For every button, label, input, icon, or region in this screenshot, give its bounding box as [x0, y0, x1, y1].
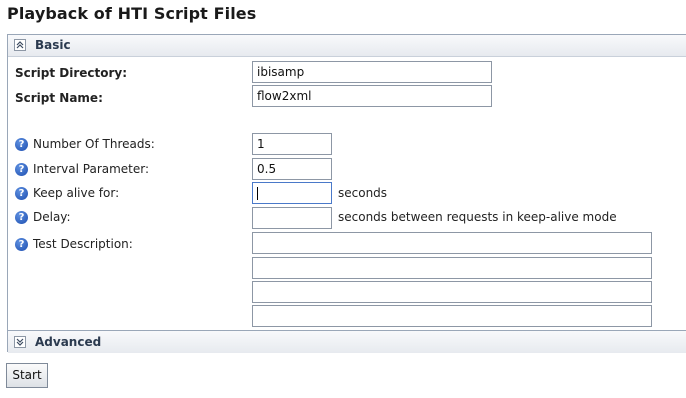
- delay-label: Delay:: [33, 210, 71, 224]
- number-of-threads-field[interactable]: 1: [252, 133, 332, 155]
- help-icon[interactable]: ?: [15, 138, 28, 151]
- keep-alive-suffix: seconds: [338, 186, 388, 200]
- script-name-field[interactable]: flow2xml: [252, 85, 492, 107]
- help-icon[interactable]: ?: [15, 211, 28, 224]
- script-directory-field[interactable]: ibisamp: [252, 61, 492, 83]
- basic-section-label: Basic: [35, 38, 71, 52]
- interval-parameter-label: Interval Parameter:: [33, 162, 150, 176]
- keep-alive-field[interactable]: [252, 182, 332, 204]
- keep-alive-label: Keep alive for:: [33, 186, 120, 200]
- help-icon[interactable]: ?: [15, 187, 28, 200]
- test-description-label: Test Description:: [33, 237, 133, 251]
- advanced-section-header[interactable]: Advanced: [8, 330, 686, 353]
- test-description-line-4[interactable]: [252, 305, 652, 327]
- script-name-label: Script Name:: [15, 91, 103, 105]
- help-icon[interactable]: ?: [15, 163, 28, 176]
- test-description-line-3[interactable]: [252, 281, 652, 303]
- page-title: Playback of HTI Script Files: [7, 4, 257, 23]
- interval-parameter-field[interactable]: 0.5: [252, 158, 332, 180]
- text-caret: [257, 187, 258, 200]
- delay-suffix: seconds between requests in keep-alive m…: [338, 210, 617, 224]
- chevron-down-icon[interactable]: [14, 336, 26, 348]
- number-of-threads-label: Number Of Threads:: [33, 137, 155, 151]
- start-button[interactable]: Start: [6, 363, 48, 388]
- script-directory-label: Script Directory:: [15, 66, 128, 80]
- advanced-section-label: Advanced: [35, 335, 102, 349]
- test-description-line-2[interactable]: [252, 257, 652, 279]
- help-icon[interactable]: ?: [15, 238, 28, 251]
- basic-section-header[interactable]: Basic: [8, 35, 686, 57]
- chevron-up-icon[interactable]: [14, 39, 26, 51]
- script-playback-panel: Basic Script Directory: ibisamp Script N…: [7, 34, 686, 353]
- test-description-line-1[interactable]: [252, 232, 652, 254]
- delay-field[interactable]: [252, 207, 332, 229]
